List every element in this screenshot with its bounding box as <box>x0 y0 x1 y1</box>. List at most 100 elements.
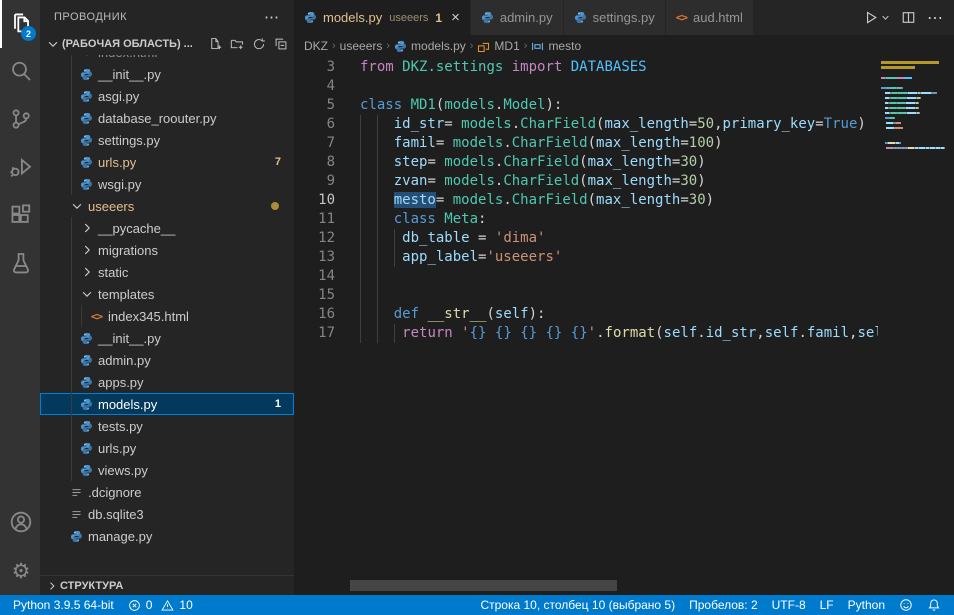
code-token: DKZ.settings <box>402 59 503 75</box>
code-token: ( <box>655 325 663 341</box>
breadcrumb-item-MD1[interactable]: MD1 <box>477 39 519 53</box>
tree-folder-migrations[interactable]: migrations <box>40 239 294 261</box>
activity-item-run-and-debug[interactable] <box>0 144 40 192</box>
line-content: def __str__(self): <box>352 305 878 324</box>
activity-item-extensions[interactable] <box>0 192 40 240</box>
tree-folder-templates[interactable]: templates <box>40 283 294 305</box>
tree-item-index345.html[interactable]: <>index345.html <box>40 305 294 327</box>
tree-item-urls.py[interactable]: urls.py7 <box>40 151 294 173</box>
status-feedback[interactable] <box>892 595 920 615</box>
code-token: ) <box>697 173 705 189</box>
status-python-interpreter[interactable]: Python 3.9.5 64-bit <box>6 595 121 615</box>
code-line-17[interactable]: 17 return '{} {} {} {} {}'.format(self.i… <box>294 324 878 343</box>
split-editor-button[interactable] <box>901 10 916 25</box>
status-notifications[interactable] <box>920 595 948 615</box>
status-encoding[interactable]: UTF-8 <box>765 595 813 615</box>
horizontal-scrollbar[interactable] <box>350 580 617 591</box>
tree-item-.dcignore[interactable]: .dcignore <box>40 481 294 503</box>
tree-item-db.sqlite3[interactable]: db.sqlite3 <box>40 503 294 525</box>
status-cursor-position[interactable]: Строка 10, столбец 10 (выбрано 5) <box>473 595 682 615</box>
code-line-10[interactable]: 10 mesto= models.CharField(max_length=30… <box>294 191 878 210</box>
activity-item-source-control[interactable] <box>0 96 40 144</box>
code-line-5[interactable]: 5class MD1(models.Model): <box>294 96 878 115</box>
close-tab-icon[interactable]: × <box>451 10 460 25</box>
tree-item-apps.py[interactable]: apps.py <box>40 371 294 393</box>
tree-item-admin.py[interactable]: admin.py <box>40 349 294 371</box>
tree-item-urls.py[interactable]: urls.py <box>40 437 294 459</box>
tree-item-models.py[interactable]: models.py1 <box>40 393 294 415</box>
tree-item-settings.py[interactable]: settings.py <box>40 129 294 151</box>
status-indentation[interactable]: Пробелов: 2 <box>682 595 765 615</box>
tree-item-index.html[interactable]: <>index.html <box>40 55 294 63</box>
code-line-11[interactable]: 11 class Meta: <box>294 210 878 229</box>
tree-folder-useeers[interactable]: useeers <box>40 195 294 217</box>
run-python-file-button[interactable] <box>864 10 890 25</box>
tree-item-views.py[interactable]: views.py <box>40 459 294 481</box>
code-line-6[interactable]: 6 id_str= models.CharField(max_length=50… <box>294 115 878 134</box>
collapse-all-button[interactable] <box>274 37 288 51</box>
code-token: return <box>402 325 461 341</box>
code-line-13[interactable]: 13 app_label='useeers' <box>294 248 878 267</box>
activity-item-explorer[interactable]: 2 <box>0 0 40 48</box>
tree-item-database_roouter.py[interactable]: database_roouter.py <box>40 107 294 129</box>
indent-guide <box>360 305 361 324</box>
activity-item-search[interactable] <box>0 48 40 96</box>
tree-folder-static[interactable]: static <box>40 261 294 283</box>
status-eol[interactable]: LF <box>813 595 841 615</box>
code-token: = <box>470 230 495 246</box>
refresh-button[interactable] <box>252 37 266 51</box>
views-and-more-actions-icon[interactable]: ⋯ <box>264 8 280 26</box>
tree-item-label: urls.py <box>98 441 136 456</box>
tree-item-tests.py[interactable]: tests.py <box>40 415 294 437</box>
tree-item-__init__.py[interactable]: __init__.py <box>40 63 294 85</box>
tab-label: aud.html <box>693 10 743 25</box>
indent-guide <box>71 305 72 327</box>
breadcrumb-item-mesto[interactable]: mesto <box>531 39 581 53</box>
code-line-8[interactable]: 8 step= models.CharField(max_length=30) <box>294 153 878 172</box>
code-token: , <box>756 325 764 341</box>
tree-item-__init__.py[interactable]: __init__.py <box>40 327 294 349</box>
activity-item-manage[interactable]: ⚙ <box>0 547 40 595</box>
more-actions-button[interactable]: ⋯ <box>927 8 944 28</box>
code-area[interactable]: 3from DKZ.settings import DATABASES45cla… <box>294 57 878 595</box>
code-line-12[interactable]: 12 db_table = 'dima' <box>294 229 878 248</box>
tab-aud.html[interactable]: <>aud.html <box>666 0 753 35</box>
code-token: self <box>664 325 698 341</box>
code-line-14[interactable]: 14 <box>294 267 878 286</box>
breadcrumb-item-DKZ[interactable]: DKZ <box>304 39 328 53</box>
tab-settings.py[interactable]: settings.py <box>564 0 665 35</box>
code-token: 100 <box>689 135 714 151</box>
activity-item-testing[interactable] <box>0 240 40 288</box>
new-folder-button[interactable] <box>230 37 244 51</box>
tab-admin.py[interactable]: admin.py <box>471 0 563 35</box>
new-file-button[interactable] <box>208 37 222 51</box>
python-file-icon <box>78 178 95 191</box>
code-line-7[interactable]: 7 famil= models.CharField(max_length=100… <box>294 134 878 153</box>
tree-item-wsgi.py[interactable]: wsgi.py <box>40 173 294 195</box>
code-line-16[interactable]: 16 def __str__(self): <box>294 305 878 324</box>
code-token: id_str <box>706 325 757 341</box>
workspace-section-header[interactable]: (РАБОЧАЯ ОБЛАСТЬ) ... <box>40 33 294 55</box>
status-language-mode[interactable]: Python <box>841 595 892 615</box>
indent <box>360 230 402 246</box>
tree-item-manage.py[interactable]: manage.py <box>40 525 294 547</box>
python-file-icon <box>78 68 95 81</box>
breadcrumb-item-models.py[interactable]: models.py <box>394 39 466 53</box>
code-line-4[interactable]: 4 <box>294 77 878 96</box>
indent-guide <box>377 248 378 267</box>
tree-folder-__pycache__[interactable]: __pycache__ <box>40 217 294 239</box>
tree-item-asgi.py[interactable]: asgi.py <box>40 85 294 107</box>
code-token: ): <box>545 97 562 113</box>
code-line-15[interactable]: 15 <box>294 286 878 305</box>
status-problems[interactable]: 010 <box>121 595 200 615</box>
code-token: famil <box>394 135 436 151</box>
activity-item-accounts[interactable] <box>0 499 40 547</box>
outline-section-header[interactable]: СТРУКТУРА <box>40 575 294 595</box>
code-line-3[interactable]: 3from DKZ.settings import DATABASES <box>294 58 878 77</box>
minimap[interactable] <box>878 57 954 595</box>
tab-models.py[interactable]: models.pyuseeers1× <box>294 0 470 35</box>
code-line-9[interactable]: 9 zvan= models.CharField(max_length=30) <box>294 172 878 191</box>
code-token: MD1 <box>411 97 436 113</box>
breadcrumb-item-useeers[interactable]: useeers <box>340 39 383 53</box>
code-editor[interactable]: 3from DKZ.settings import DATABASES45cla… <box>294 57 954 595</box>
